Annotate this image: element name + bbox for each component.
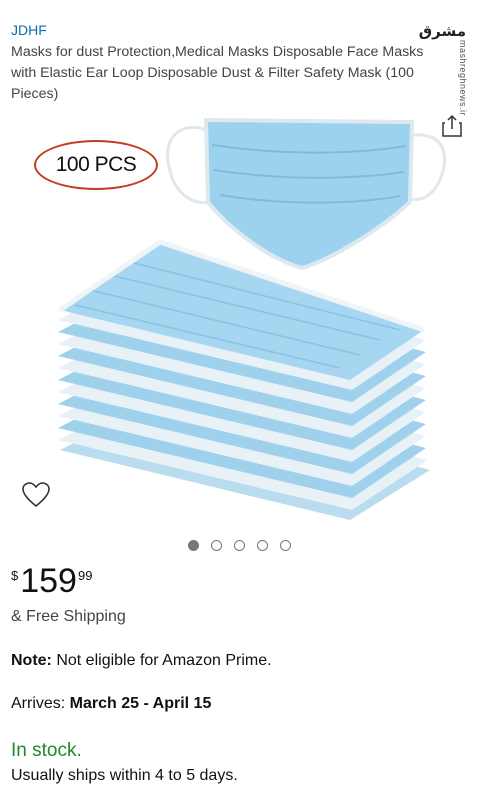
arrives-dates: March 25 - April 15 bbox=[69, 695, 212, 712]
pagination-dot[interactable] bbox=[279, 540, 291, 551]
pagination-dot[interactable] bbox=[210, 540, 222, 551]
note-text: Not eligible for Amazon Prime. bbox=[51, 652, 272, 669]
price-whole: 159 bbox=[20, 562, 77, 600]
prime-note: Note: Not eligible for Amazon Prime. bbox=[11, 652, 272, 670]
shipping-info: & Free Shipping bbox=[11, 608, 126, 625]
product-title: Masks for dust Protection,Medical Masks … bbox=[11, 44, 424, 102]
heart-icon[interactable] bbox=[22, 482, 50, 508]
brand-link[interactable]: JDHF bbox=[11, 22, 47, 38]
ships-within: Usually ships within 4 to 5 days. bbox=[11, 767, 238, 784]
quantity-badge: 100 PCS bbox=[34, 140, 158, 190]
watermark-logo: مشرق bbox=[418, 23, 466, 40]
arrives-label: Arrives: bbox=[11, 695, 70, 712]
watermark: مشرق mashreghnews.ir bbox=[419, 10, 472, 120]
price-fraction: 99 bbox=[77, 568, 93, 583]
stock-status: In stock. bbox=[11, 740, 82, 761]
watermark-text: mashreghnews.ir bbox=[458, 40, 468, 117]
mask-single-image bbox=[165, 117, 446, 271]
delivery-estimate: Arrives: March 25 - April 15 bbox=[11, 695, 211, 713]
note-label: Note: bbox=[11, 652, 52, 669]
price: $ 159 99 bbox=[11, 562, 92, 600]
pagination-dot[interactable] bbox=[256, 540, 268, 551]
pagination-dot[interactable] bbox=[233, 540, 245, 551]
price-currency: $ bbox=[11, 568, 19, 583]
pagination-dot[interactable] bbox=[187, 540, 199, 551]
image-pagination bbox=[0, 540, 478, 551]
mask-stack-image bbox=[58, 239, 430, 520]
